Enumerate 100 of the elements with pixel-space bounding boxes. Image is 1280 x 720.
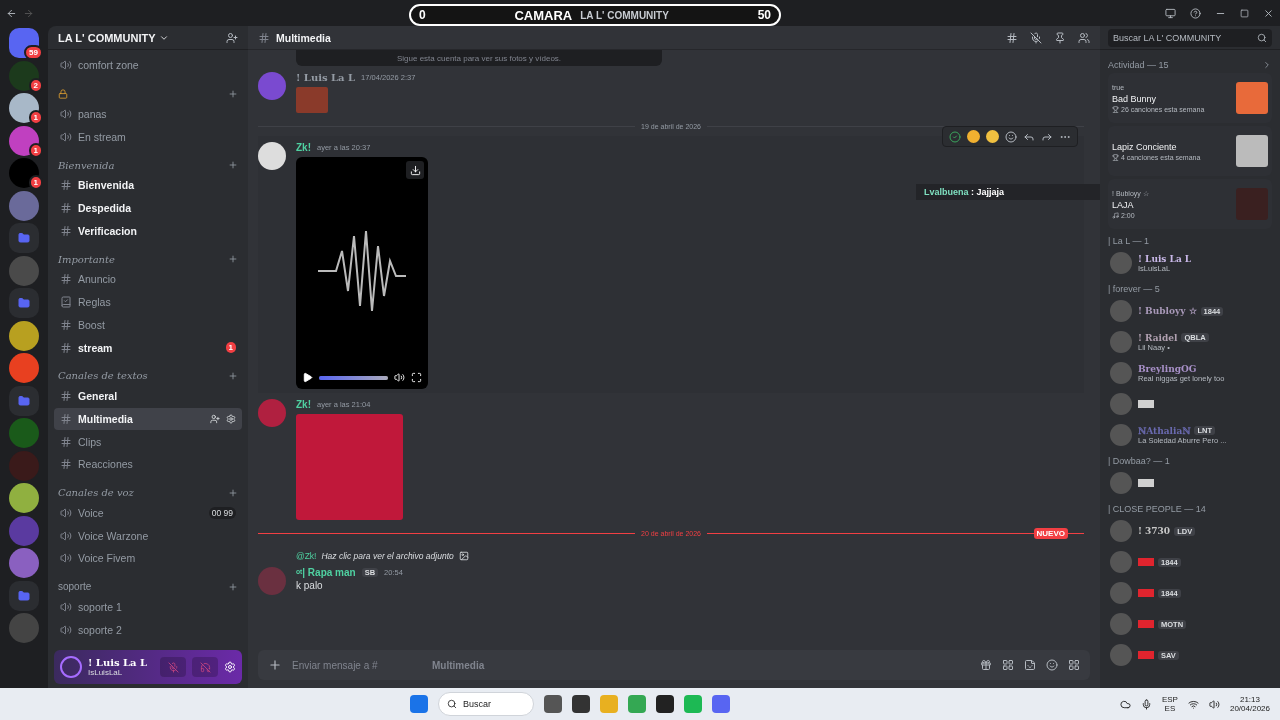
add-attachment-icon[interactable] [268,658,282,672]
channel-item[interactable]: soporte 1 [54,595,242,619]
clock[interactable]: 21:13 20/04/2026 [1229,695,1270,713]
member-avatar [1110,252,1132,274]
avatar-ring[interactable] [60,656,82,678]
add-reaction-icon[interactable] [1005,130,1017,143]
channel-item[interactable]: panas [54,102,242,126]
category-name[interactable]: Canales de textos [58,370,148,382]
author-name[interactable]: Zk! [296,142,311,153]
author-name[interactable]: ! Luis La L [296,72,356,83]
channel-item[interactable]: Voice Fivem [54,547,242,570]
add-channel-icon[interactable] [228,487,238,498]
pin-icon[interactable] [1054,31,1066,44]
server-icon[interactable] [9,190,39,221]
category-name[interactable]: Importante [58,253,115,265]
server-icon[interactable] [9,320,39,351]
server-icon[interactable] [9,353,39,383]
search-field[interactable]: Buscar LA L' COMMUNITY [1108,28,1272,47]
channel-item[interactable]: Reglas [54,290,242,314]
member-avatar [1110,362,1132,384]
new-label: NUEVO [1033,528,1068,539]
fullscreen-icon[interactable] [411,372,422,383]
add-channel-icon[interactable] [228,254,238,265]
channel-item[interactable]: Despedida [54,196,242,220]
category-name[interactable]: soporte [58,581,92,593]
channel-item[interactable]: Voice 00 99 [54,501,242,525]
taskbar-app-icon[interactable] [571,695,590,713]
add-channel-icon[interactable] [228,370,238,381]
emoji-icon[interactable] [1046,659,1058,671]
channel-item[interactable]: Reacciones [54,452,242,476]
server-folder[interactable] [9,580,39,611]
help-icon[interactable] [1190,7,1201,19]
volume-icon[interactable] [1208,698,1220,710]
channel-item[interactable]: soporte 2 [54,618,242,642]
server-folder[interactable] [9,288,39,318]
channel-item[interactable]: Boost [54,313,242,337]
volume-icon[interactable] [394,372,405,383]
window-title: LA L' COMMUNITY [580,9,669,21]
reply-mention[interactable]: @Zk! [296,551,317,561]
album-art [1236,135,1268,167]
start-button[interactable] [409,695,428,713]
server-folder[interactable] [9,385,39,416]
home-button[interactable]: 59 [9,28,39,58]
server-icon[interactable] [9,548,39,578]
check-emoji-icon[interactable] [949,130,961,143]
overlay-value: 50 [757,8,771,22]
add-channel-icon[interactable] [228,160,238,171]
author-name[interactable]: Zk! [296,399,311,410]
server-name[interactable]: LA L' COMMUNITY [58,31,169,44]
channel-item[interactable]: Bienvenida [54,174,242,197]
channel-item[interactable]: Verificacion [54,219,242,243]
channel-item[interactable]: Multimedia [54,407,242,431]
apps-icon[interactable] [1068,659,1080,671]
add-channel-icon[interactable] [228,581,238,592]
invite-icon[interactable] [210,413,220,424]
lock-icon[interactable] [58,88,68,99]
taskbar-app-icon[interactable] [655,695,674,713]
channel-item[interactable]: stream 1 [54,336,242,359]
category-name[interactable]: Bienvenida [58,159,115,171]
invite-icon[interactable] [226,31,238,44]
cloud-icon[interactable] [1119,698,1131,710]
play-icon[interactable] [302,372,313,383]
close-icon[interactable] [1263,7,1274,19]
unread-badge: 2 [28,77,43,93]
channel-item[interactable]: Voice Warzone [54,524,242,547]
hash-icon [60,273,72,286]
members-icon[interactable] [1078,31,1090,44]
section-title: | La L — 1 [1108,236,1150,246]
settings-icon[interactable] [226,413,236,424]
channel-item[interactable]: comfort zone [54,54,242,77]
gift-icon[interactable] [980,659,992,671]
server-icon[interactable] [9,483,39,513]
message-input[interactable]: Enviar mensaje a # [292,659,422,671]
hash-icon [60,341,72,354]
author-name[interactable]: ᵒᵗ| Rapa man [296,567,356,578]
sticker-icon[interactable] [1024,659,1036,671]
speaker-icon [60,108,72,121]
download-button[interactable] [406,161,424,179]
channel-item[interactable]: General [54,384,242,408]
reply-preview[interactable]: Haz clic para ver el archivo adjunto [321,551,454,561]
maximize-icon[interactable] [1240,8,1249,18]
chevron-icon[interactable] [1262,60,1272,70]
search-input[interactable]: Buscar LA L' COMMUNITY [1113,32,1253,43]
channel-item[interactable]: En stream [54,125,242,149]
card-title: LAJA [1112,199,1135,212]
add-channel-icon[interactable] [228,88,238,99]
taskbar-app-icon[interactable] [543,695,562,713]
wifi-icon[interactable] [1187,698,1199,710]
taskbar-search[interactable]: Buscar [437,692,534,716]
mic-icon[interactable] [1140,698,1152,710]
category-name[interactable]: Canales de voz [58,487,134,499]
language-indicator[interactable]: ESP ES [1161,695,1178,713]
hash-icon [60,224,72,237]
channel-item[interactable]: Clips [54,430,242,453]
channel-item[interactable]: Anuncio [54,268,242,291]
back-icon[interactable] [6,7,17,19]
progress-track[interactable] [319,375,388,380]
unread-badge: 59 [24,45,43,60]
server-folder[interactable] [9,223,39,253]
user-avatar[interactable] [258,142,286,170]
